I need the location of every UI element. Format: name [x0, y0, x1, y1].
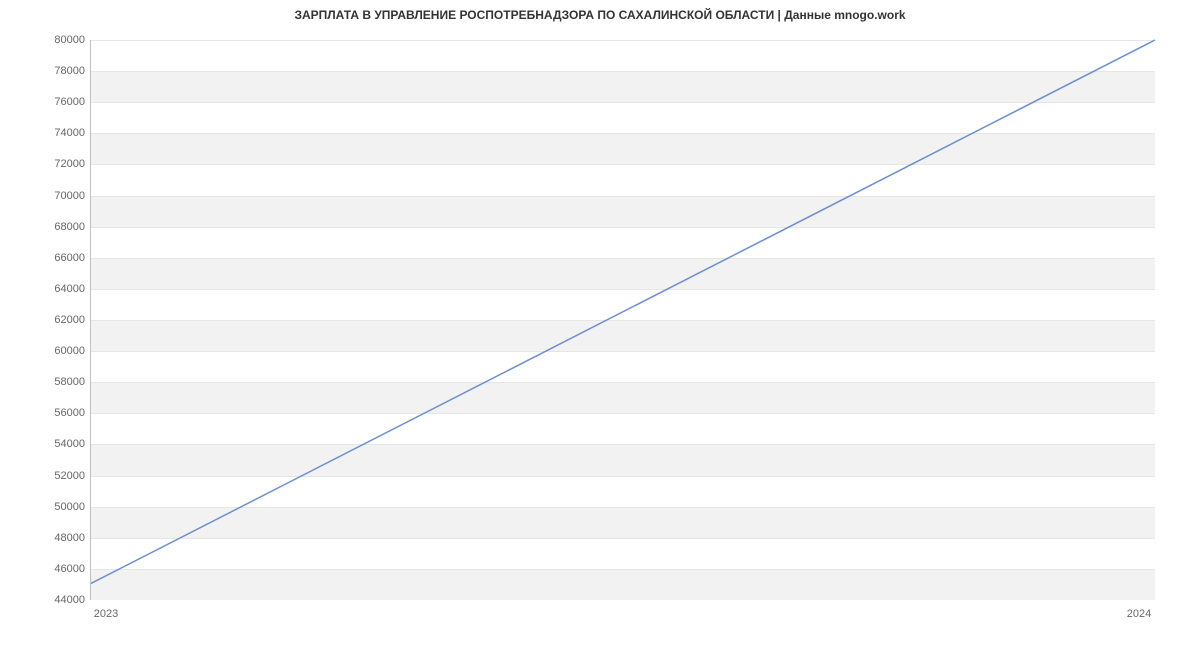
y-axis-tick-label: 54000	[35, 438, 85, 450]
y-axis-tick-label: 56000	[35, 407, 85, 419]
y-axis-tick-label: 72000	[35, 158, 85, 170]
y-axis-tick-label: 66000	[35, 252, 85, 264]
y-axis-tick-label: 68000	[35, 221, 85, 233]
y-axis-tick-label: 48000	[35, 532, 85, 544]
y-axis-tick-label: 62000	[35, 314, 85, 326]
y-axis-tick-label: 50000	[35, 501, 85, 513]
y-axis-tick-label: 80000	[35, 34, 85, 46]
chart-title: ЗАРПЛАТА В УПРАВЛЕНИЕ РОСПОТРЕБНАДЗОРА П…	[0, 8, 1200, 22]
series-line	[91, 40, 1155, 583]
y-axis-tick-label: 44000	[35, 594, 85, 606]
line-layer-svg	[91, 40, 1155, 599]
y-axis-tick-label: 60000	[35, 345, 85, 357]
y-axis-tick-label: 74000	[35, 127, 85, 139]
y-axis-tick-label: 78000	[35, 65, 85, 77]
y-axis-tick-label: 46000	[35, 563, 85, 575]
x-axis-tick-label: 2023	[94, 608, 118, 620]
chart-container: ЗАРПЛАТА В УПРАВЛЕНИЕ РОСПОТРЕБНАДЗОРА П…	[0, 0, 1200, 650]
y-axis-tick-label: 64000	[35, 283, 85, 295]
y-axis-tick-label: 70000	[35, 190, 85, 202]
x-axis-tick-label: 2024	[1127, 608, 1151, 620]
y-axis-tick-label: 76000	[35, 96, 85, 108]
plot-area	[90, 40, 1155, 600]
y-axis-tick-label: 52000	[35, 470, 85, 482]
y-axis-tick-label: 58000	[35, 376, 85, 388]
